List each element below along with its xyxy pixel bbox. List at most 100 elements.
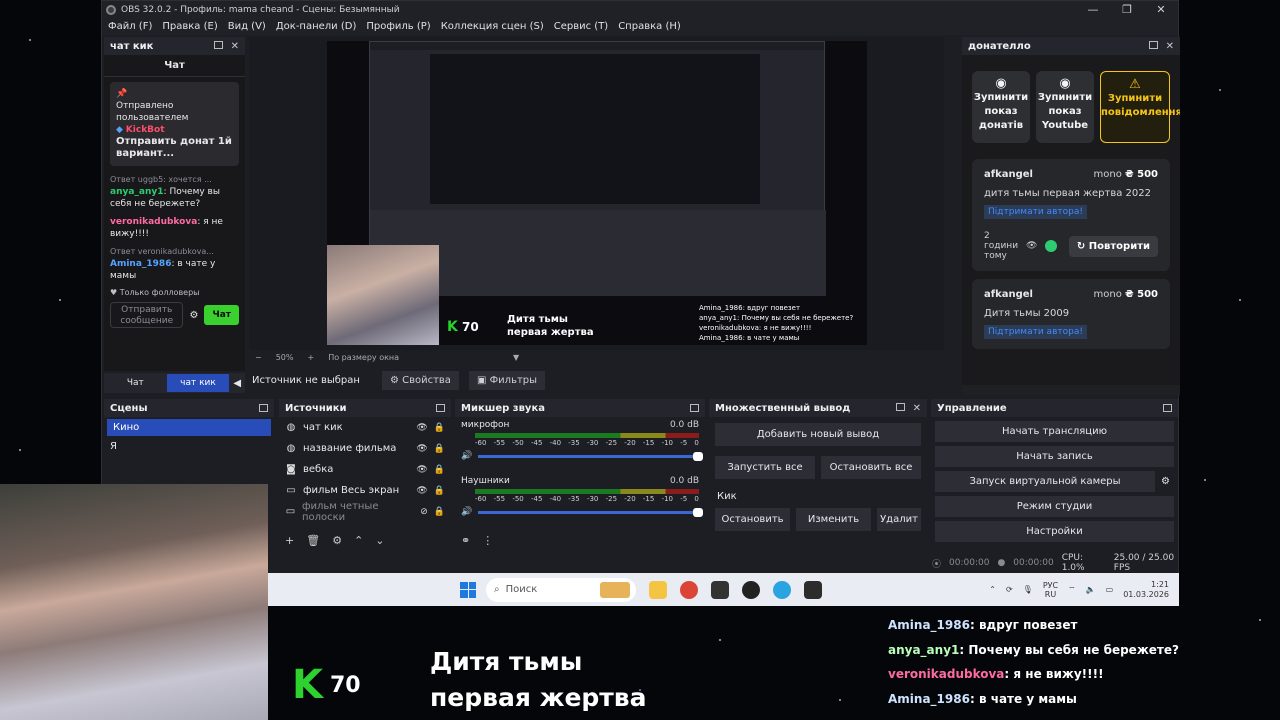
clock[interactable]: 1:21 01.03.2026 bbox=[1123, 580, 1169, 600]
close-icon[interactable]: ✕ bbox=[231, 41, 239, 52]
network-icon[interactable]: ⚭ bbox=[461, 534, 470, 547]
trash-icon[interactable]: 🗑 bbox=[306, 534, 320, 547]
menu-tools[interactable]: Сервис (T) bbox=[554, 21, 608, 32]
tray-expand-icon[interactable]: ⌃ bbox=[989, 585, 996, 594]
windows-start-icon[interactable] bbox=[460, 581, 476, 598]
source-item[interactable]: ◍ название фильма 👁 🔒 bbox=[279, 438, 451, 459]
menu-profile[interactable]: Профиль (P) bbox=[366, 21, 430, 32]
zoom-in-icon[interactable]: + bbox=[307, 353, 314, 362]
channel-name: микрофон bbox=[461, 420, 510, 430]
chat-username[interactable]: anya_any1 bbox=[110, 187, 164, 197]
volume-slider[interactable] bbox=[478, 507, 703, 517]
stop-messages-button[interactable]: ⚠ Зупинити повідомлення bbox=[1100, 71, 1180, 143]
stop-all-button[interactable]: Остановить все bbox=[821, 456, 921, 479]
source-item[interactable]: ◙ вебка 👁 🔒 bbox=[279, 459, 451, 480]
telegram-icon[interactable] bbox=[773, 580, 791, 599]
language-indicator[interactable]: РУС RU bbox=[1043, 581, 1058, 599]
check-icon[interactable] bbox=[1045, 240, 1058, 252]
obs-icon[interactable] bbox=[742, 580, 760, 599]
speaker-icon[interactable]: 🔊 bbox=[461, 507, 472, 517]
menu-scene-collection[interactable]: Коллекция сцен (S) bbox=[441, 21, 544, 32]
add-icon[interactable]: + bbox=[285, 534, 294, 547]
file-explorer-icon[interactable] bbox=[649, 580, 667, 599]
properties-button[interactable]: ⚙ Свойства bbox=[381, 370, 459, 390]
close-button[interactable]: ✕ bbox=[1144, 3, 1178, 16]
delete-output-button[interactable]: Удалит bbox=[877, 508, 921, 531]
program-canvas[interactable]: K 70 Дитя тьмы первая жертва Amina_1986:… bbox=[327, 41, 867, 345]
window-title: OBS 32.0.2 - Профиль: mama cheand - Сцен… bbox=[121, 4, 400, 15]
menu-docks[interactable]: Док-панели (D) bbox=[276, 21, 357, 32]
settings-button[interactable]: Настройки bbox=[935, 521, 1174, 542]
chevron-down-icon[interactable]: ▼ bbox=[513, 353, 519, 362]
terminal-icon[interactable] bbox=[804, 580, 822, 599]
tab-kick-chat[interactable]: чат кик bbox=[166, 374, 230, 392]
menu-file[interactable]: Файл (F) bbox=[108, 21, 152, 32]
wifi-icon[interactable]: ⌔ bbox=[1068, 585, 1076, 595]
menu-view[interactable]: Вид (V) bbox=[228, 21, 266, 32]
close-icon[interactable]: ✕ bbox=[1166, 41, 1174, 52]
pinned-text: Отправить донат 1й вариант... bbox=[116, 136, 232, 159]
virtual-camera-button[interactable]: Запуск виртуальной камеры bbox=[935, 471, 1156, 492]
menu-help[interactable]: Справка (H) bbox=[618, 21, 681, 32]
float-icon[interactable] bbox=[259, 404, 268, 412]
channel-name: Наушники bbox=[461, 476, 510, 486]
chat-send-button[interactable]: Чат bbox=[204, 305, 239, 325]
mic-icon[interactable]: 🎙 bbox=[1023, 585, 1033, 594]
float-icon[interactable] bbox=[895, 402, 905, 411]
float-icon[interactable] bbox=[690, 404, 699, 412]
battery-icon[interactable]: ▭ bbox=[1106, 585, 1114, 594]
edit-output-button[interactable]: Изменить bbox=[796, 508, 871, 531]
settings-icon[interactable]: ⚙ bbox=[332, 534, 342, 547]
tab-scroll-left-icon[interactable]: ◀ bbox=[229, 378, 245, 389]
stop-donations-button[interactable]: ◉ Зупинити показ донатів bbox=[972, 71, 1030, 143]
settings-icon[interactable]: ⚙ bbox=[1161, 476, 1170, 487]
scale-mode-select[interactable]: По размеру окна bbox=[328, 353, 399, 362]
speaker-icon[interactable]: 🔊 bbox=[461, 451, 472, 461]
stop-youtube-button[interactable]: ◉ Зупинити показ Youtube bbox=[1036, 71, 1094, 143]
minimize-button[interactable]: — bbox=[1076, 3, 1110, 16]
zoom-out-icon[interactable]: − bbox=[255, 353, 262, 362]
eye-icon[interactable]: 👁 bbox=[1026, 241, 1037, 251]
tab-chat[interactable]: Чат bbox=[104, 374, 167, 392]
volume-slider[interactable] bbox=[478, 451, 703, 461]
repeat-button[interactable]: ↻ Повторити bbox=[1068, 235, 1158, 257]
maximize-button[interactable]: ❐ bbox=[1110, 3, 1144, 16]
close-icon[interactable]: ✕ bbox=[913, 403, 921, 414]
chat-input[interactable]: Отправить сообщение bbox=[110, 302, 184, 328]
taskbar-search[interactable]: ⌕ Поиск bbox=[486, 577, 636, 602]
menu-edit[interactable]: Правка (E) bbox=[162, 21, 217, 32]
scene-item[interactable]: Я bbox=[104, 438, 274, 455]
preview-area[interactable]: K 70 Дитя тьмы первая жертва Amina_1986:… bbox=[249, 37, 944, 350]
chat-username[interactable]: veronikadubkova bbox=[110, 217, 197, 227]
chat-username[interactable]: Amina_1986 bbox=[110, 259, 171, 269]
start-streaming-button[interactable]: Начать трансляцию bbox=[935, 421, 1174, 442]
settings-icon[interactable]: ⚙ bbox=[189, 310, 198, 321]
filters-button[interactable]: ▣ Фильтры bbox=[468, 370, 546, 390]
app-icon[interactable] bbox=[711, 580, 729, 599]
source-item[interactable]: ▭ фильм Весь экран 👁 🔒 bbox=[279, 480, 451, 501]
pinned-message[interactable]: 📌 Отправлено пользователем ◆ KickBot Отп… bbox=[110, 82, 239, 166]
more-icon[interactable]: ⋮ bbox=[482, 534, 493, 547]
start-all-button[interactable]: Запустить все bbox=[715, 456, 815, 479]
sync-icon[interactable]: ⟳ bbox=[1006, 585, 1013, 594]
float-icon[interactable] bbox=[1148, 40, 1158, 49]
scene-item[interactable]: Кино bbox=[107, 419, 271, 436]
float-icon[interactable] bbox=[1163, 404, 1172, 412]
source-item[interactable]: ◍ чат кик 👁 🔒 bbox=[279, 417, 451, 438]
float-icon[interactable] bbox=[213, 40, 223, 49]
chat-tabs: Чат чат кик ◀ bbox=[104, 373, 245, 393]
volume-icon[interactable]: 🔈 bbox=[1086, 585, 1096, 594]
chrome-icon[interactable] bbox=[680, 580, 698, 599]
start-recording-button[interactable]: Начать запись bbox=[935, 446, 1174, 467]
stop-output-button[interactable]: Остановить bbox=[715, 508, 790, 531]
add-output-button[interactable]: Добавить новый вывод bbox=[715, 423, 921, 446]
support-author-link[interactable]: Підтримати автора! bbox=[984, 325, 1087, 339]
float-icon[interactable] bbox=[436, 404, 445, 412]
source-item[interactable]: ▭ фильм четные полоски ⊘ 🔒 bbox=[279, 501, 451, 523]
studio-mode-button[interactable]: Режим студии bbox=[935, 496, 1174, 517]
donation-time: 2 години тому bbox=[984, 231, 1019, 261]
support-author-link[interactable]: Підтримати автора! bbox=[984, 205, 1087, 219]
move-up-icon[interactable]: ⌃ bbox=[354, 534, 363, 547]
move-down-icon[interactable]: ⌄ bbox=[375, 534, 384, 547]
mixer-channel: Наушники 0.0 dB -60 -55 -50 -45 -40 -35 -30 -25-… bbox=[455, 473, 705, 517]
